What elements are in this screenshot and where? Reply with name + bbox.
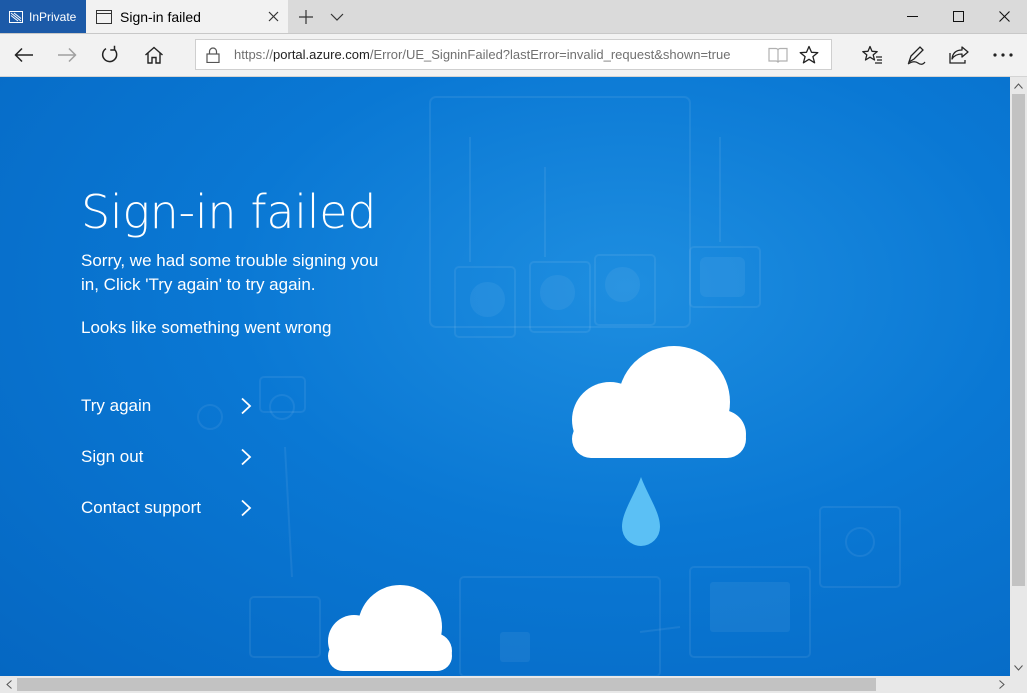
contact-support-button[interactable]: Contact support — [81, 493, 261, 523]
page-content: Sign-in failed Sorry, we had some troubl… — [0, 77, 1010, 676]
web-note-icon[interactable] — [896, 34, 936, 76]
share-icon[interactable] — [939, 34, 979, 76]
error-subtext: Looks like something went wrong — [81, 318, 332, 337]
try-again-label: Try again — [81, 396, 152, 415]
url-scheme: https:// — [234, 47, 274, 62]
vertical-scroll-thumb[interactable] — [1012, 94, 1025, 586]
scroll-down-icon[interactable] — [1010, 659, 1027, 676]
refresh-icon[interactable] — [90, 34, 130, 76]
try-again-button[interactable]: Try again — [81, 391, 261, 421]
tab-title: Sign-in failed — [120, 8, 201, 25]
horizontal-scroll-thumb[interactable] — [17, 678, 876, 691]
inprivate-label: InPrivate — [29, 9, 77, 24]
minimize-icon[interactable] — [889, 0, 935, 33]
page-title: Sign-in failed — [81, 185, 377, 239]
scroll-up-icon[interactable] — [1010, 77, 1027, 94]
chevron-right-icon — [241, 397, 252, 415]
url-path: /Error/UE_SigninFailed?lastError=invalid… — [369, 47, 731, 62]
vertical-scrollbar[interactable] — [1010, 77, 1027, 676]
new-tab-icon[interactable] — [291, 0, 321, 33]
cloud-raindrop-icon — [572, 346, 746, 546]
cloud-icon — [328, 585, 452, 671]
tab-sign-in-failed[interactable]: Sign-in failed — [86, 0, 288, 33]
inprivate-icon — [9, 10, 23, 23]
url-domain: portal.azure.com — [273, 47, 370, 62]
address-bar[interactable]: https://portal.azure.com/Error/UE_Signin… — [195, 39, 832, 70]
maximize-icon[interactable] — [935, 0, 981, 33]
sign-out-label: Sign out — [81, 447, 144, 466]
browser-toolbar: https://portal.azure.com/Error/UE_Signin… — [0, 34, 1027, 77]
forward-arrow-icon[interactable] — [47, 34, 87, 76]
reading-view-icon[interactable] — [768, 46, 788, 64]
url-text[interactable]: https://portal.azure.com/Error/UE_Signin… — [234, 40, 764, 69]
close-icon[interactable] — [981, 0, 1027, 33]
chevron-right-icon — [241, 448, 252, 466]
home-icon[interactable] — [134, 34, 174, 76]
inprivate-badge: InPrivate — [0, 0, 86, 33]
error-description: Sorry, we had some trouble signing you i… — [81, 251, 379, 294]
title-bar: InPrivate Sign-in failed — [0, 0, 1027, 34]
favorites-hub-icon[interactable] — [852, 34, 892, 76]
tab-close-icon[interactable] — [258, 0, 288, 33]
page-icon — [96, 9, 112, 24]
lock-icon — [206, 47, 220, 63]
scroll-right-icon[interactable] — [993, 676, 1010, 693]
scroll-left-icon[interactable] — [0, 676, 17, 693]
chevron-down-icon[interactable] — [322, 0, 352, 33]
star-icon[interactable] — [799, 45, 819, 65]
scrollbar-corner — [1010, 676, 1027, 693]
more-icon[interactable] — [983, 34, 1023, 76]
back-arrow-icon[interactable] — [4, 34, 44, 76]
contact-support-label: Contact support — [81, 498, 202, 517]
background-diagram — [197, 96, 901, 676]
sign-out-button[interactable]: Sign out — [81, 442, 261, 472]
chevron-right-icon — [241, 499, 252, 517]
horizontal-scrollbar[interactable] — [0, 676, 1010, 693]
